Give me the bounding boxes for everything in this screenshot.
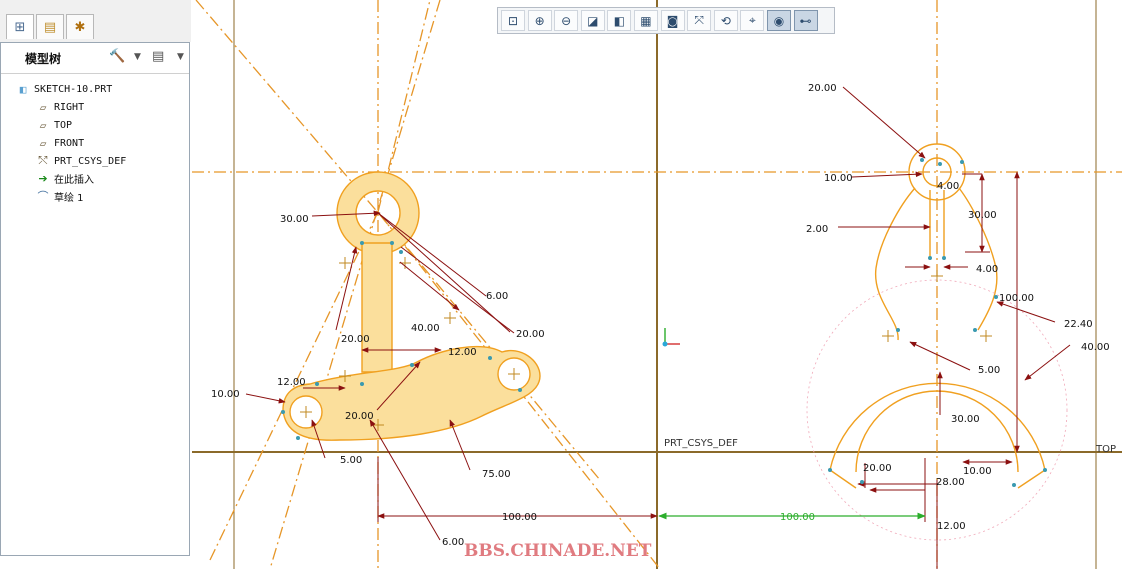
spin-center-button[interactable]: ⟲	[713, 10, 738, 31]
tree-item-label: FRONT	[54, 137, 85, 149]
datum-plane-icon: ▱	[39, 136, 47, 150]
cube-icon: ◧	[613, 13, 626, 28]
tree-item-insert-here[interactable]: ➔ 在此插入	[35, 170, 94, 186]
saved-views-icon: ▦	[640, 13, 652, 28]
sketch-hook-part	[282, 171, 541, 441]
dim-text[interactable]: 2.00	[806, 224, 828, 235]
dim-text[interactable]: 22.40	[1064, 319, 1093, 330]
tree-item-label: 草绘 1	[54, 192, 84, 204]
dim-text[interactable]: 20.00	[345, 411, 374, 422]
dim-text[interactable]: 28.00	[936, 477, 965, 488]
tree-item-top[interactable]: ▱ TOP	[35, 117, 72, 133]
dimension-lines-right	[838, 86, 1071, 569]
dim-text[interactable]: 30.00	[951, 414, 980, 425]
sketch-orient-button[interactable]: ◉	[766, 10, 791, 31]
model-tree-title: 模型树	[25, 52, 62, 66]
tree-item-part[interactable]: ◧ SKETCH-10.PRT	[15, 81, 113, 97]
dim-text[interactable]: 4.00	[937, 181, 959, 192]
model-tree-panel: 模型树 🔨 ▼ ▤ ▼ ◧ SKETCH-10.PRT ▱ RIGHT ▱ TO…	[0, 42, 190, 556]
csys-label: PRT_CSYS_DEF	[664, 438, 738, 449]
top-datum-label: TOP	[1095, 444, 1116, 455]
saved-views-button[interactable]: ▦	[633, 10, 658, 31]
zoom-fit-button[interactable]: ⊡	[501, 10, 525, 31]
document-icon[interactable]: ▤	[152, 49, 164, 64]
sketch-orient-icon: ◉	[773, 13, 785, 28]
datum-display-button[interactable]: ⤧	[687, 10, 712, 31]
display-style-button[interactable]: ◙	[660, 10, 685, 31]
tab-folder-browser[interactable]: ▤	[36, 14, 64, 39]
part-icon: ◧	[19, 82, 27, 96]
shading-button[interactable]: ◧	[607, 10, 632, 31]
dim-text[interactable]: 10.00	[963, 466, 992, 477]
dim-text[interactable]: 4.00	[976, 264, 998, 275]
zoom-in-button[interactable]: ⊕	[527, 10, 552, 31]
dimension-labels: 30.00 6.00 20.00 40.00 20.00 12.00 12.00…	[211, 83, 1116, 548]
datum-plane-icon: ▱	[39, 100, 47, 114]
folder-icon: ▤	[43, 19, 57, 35]
tree-icon: ⊞	[14, 19, 26, 35]
dim-text[interactable]: 20.00	[516, 329, 545, 340]
dim-text[interactable]: 30.00	[968, 210, 997, 221]
tree-item-right[interactable]: ▱ RIGHT	[35, 99, 84, 115]
dim-text[interactable]: 10.00	[211, 389, 240, 400]
dim-text[interactable]: 40.00	[1081, 342, 1110, 353]
favorites-icon: ✱	[74, 19, 86, 35]
sketcher-display-icon: ⌖	[748, 13, 756, 27]
dim-text[interactable]: 6.00	[486, 291, 508, 302]
zoom-fit-icon: ⊡	[507, 13, 519, 28]
spin-center-icon: ⟲	[720, 13, 731, 28]
dim-text[interactable]: 12.00	[448, 347, 477, 358]
zoom-out-icon: ⊖	[561, 13, 572, 28]
model-tree-header: 模型树 🔨 ▼ ▤ ▼	[1, 43, 189, 74]
chevron-down-icon[interactable]: ▼	[177, 52, 184, 62]
dim-text[interactable]: 5.00	[978, 365, 1000, 376]
datum-plane-icon: ▱	[39, 118, 47, 132]
tree-item-sketch[interactable]: ⌒ 草绘 1	[35, 188, 84, 204]
navigator-tabs: ⊞ ▤ ✱	[0, 0, 191, 42]
view-toolbar: ⊡ ⊕ ⊖ ◪ ◧ ▦ ◙ ⤧ ⟲ ⌖ ◉ ⊷	[497, 7, 835, 34]
tab-favorites[interactable]: ✱	[66, 14, 94, 39]
constraint-icon: ⊷	[799, 13, 812, 28]
dim-text[interactable]: 20.00	[341, 334, 370, 345]
tree-item-label: PRT_CSYS_DEF	[54, 155, 127, 167]
dim-text[interactable]: 12.00	[937, 521, 966, 532]
tree-item-label: RIGHT	[54, 101, 85, 113]
dim-text[interactable]: 40.00	[411, 323, 440, 334]
sketcher-display-button[interactable]: ⌖	[740, 10, 765, 31]
csys-icon	[662, 328, 680, 347]
dim-text[interactable]: 20.00	[808, 83, 837, 94]
csys-icon: ⤲	[38, 154, 48, 167]
dim-text[interactable]: 75.00	[482, 469, 511, 480]
sketch-constraints-button[interactable]: ⊷	[793, 10, 818, 31]
dim-text[interactable]: 20.00	[863, 463, 892, 474]
repaint-icon: ◪	[587, 13, 599, 28]
camera-icon: ◙	[666, 13, 679, 28]
dim-text[interactable]: 30.00	[280, 214, 309, 225]
dim-text[interactable]: 6.00	[442, 537, 464, 548]
dim-text[interactable]: 12.00	[277, 377, 306, 388]
chevron-down-icon[interactable]: ▼	[134, 52, 141, 62]
tools-icon[interactable]: 🔨	[109, 49, 125, 64]
dim-text[interactable]: 100.00	[999, 293, 1034, 304]
graphics-area[interactable]: 30.00 6.00 20.00 40.00 20.00 12.00 12.00…	[192, 0, 1122, 569]
tab-model-tree[interactable]: ⊞	[6, 14, 34, 39]
zoom-in-icon: ⊕	[534, 13, 545, 28]
watermark: BBS.CHINADE.NET	[464, 541, 652, 561]
datum-lines	[192, 0, 1122, 569]
zoom-out-button[interactable]: ⊖	[554, 10, 579, 31]
dim-text-green[interactable]: 100.00	[780, 512, 815, 523]
tree-item-front[interactable]: ▱ FRONT	[35, 135, 84, 151]
dim-text[interactable]: 100.00	[502, 512, 537, 523]
dim-text[interactable]: 5.00	[340, 455, 362, 466]
repaint-button[interactable]: ◪	[580, 10, 605, 31]
dim-text[interactable]: 10.00	[824, 173, 853, 184]
datum-display-icon: ⤧	[694, 13, 704, 27]
tree-item-label: TOP	[54, 119, 73, 131]
tree-item-label: SKETCH-10.PRT	[34, 83, 113, 95]
tree-item-label: 在此插入	[54, 174, 94, 186]
tree-item-csys[interactable]: ⤲ PRT_CSYS_DEF	[35, 153, 127, 169]
insert-arrow-icon: ➔	[38, 171, 48, 185]
sketch-icon: ⌒	[37, 190, 49, 203]
